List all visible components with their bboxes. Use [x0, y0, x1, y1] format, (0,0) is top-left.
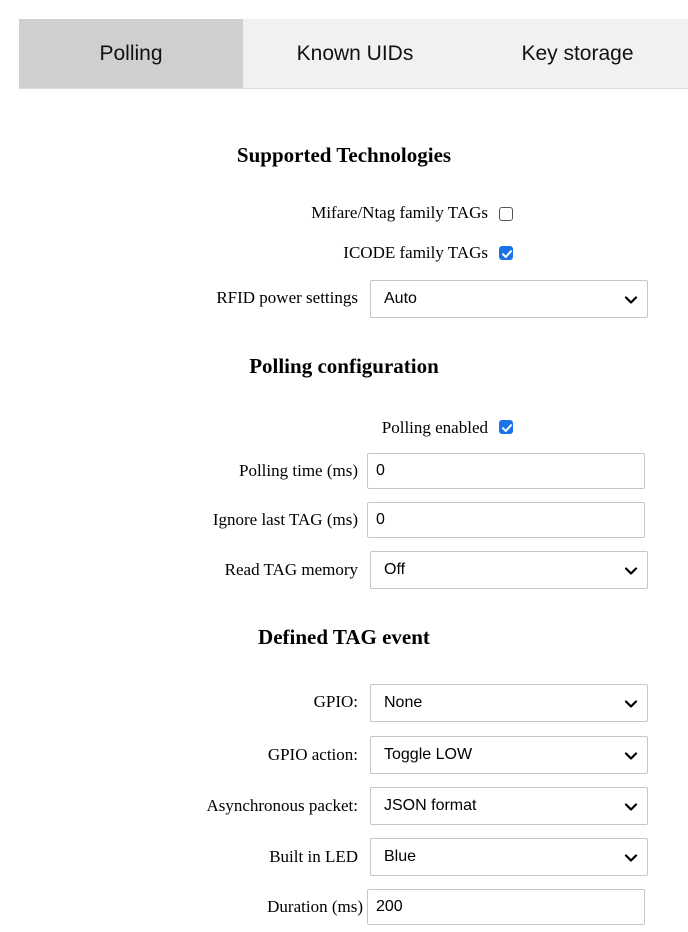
mifare-label: Mifare/Ntag family TAGs [311, 203, 488, 222]
mifare-checkbox[interactable] [499, 207, 513, 221]
async-packet-select[interactable]: JSON format [370, 787, 648, 825]
icode-label: ICODE family TAGs [343, 243, 488, 262]
tab-key-storage[interactable]: Key storage [467, 19, 688, 88]
section-title-polling-configuration: Polling configuration [249, 354, 439, 378]
chevron-down-icon [624, 567, 638, 575]
ignore-last-tag-value: 0 [376, 511, 385, 528]
duration-input[interactable]: 200 [367, 889, 645, 925]
duration-value: 200 [376, 898, 403, 915]
icode-checkbox[interactable] [499, 246, 513, 260]
read-tag-memory-select[interactable]: Off [370, 551, 648, 589]
built-in-led-label: Built in LED [269, 847, 358, 866]
section-title-supported-technologies: Supported Technologies [236, 143, 452, 167]
chevron-down-icon [624, 752, 638, 760]
read-tag-memory-label: Read TAG memory [224, 560, 358, 579]
chevron-down-icon [624, 803, 638, 811]
duration-label: Duration (ms) [267, 897, 363, 916]
ignore-last-tag-input[interactable]: 0 [367, 502, 645, 538]
gpio-action-label: GPIO action: [267, 745, 358, 764]
gpio-value: None [384, 694, 423, 711]
async-packet-value: JSON format [384, 797, 477, 814]
top-strip [0, 0, 688, 8]
tab-bar: Polling Known UIDs Key storage [19, 19, 688, 89]
polling-time-input[interactable]: 0 [367, 453, 645, 489]
polling-time-label: Polling time (ms) [239, 461, 358, 480]
polling-enabled-checkbox[interactable] [499, 420, 513, 434]
tab-known-uids[interactable]: Known UIDs [243, 19, 467, 88]
read-tag-memory-value: Off [384, 561, 406, 578]
polling-enabled-label: Polling enabled [381, 418, 488, 437]
rfid-settings-page: Polling Known UIDs Key storage Supported… [0, 0, 688, 932]
async-packet-label: Asynchronous packet: [206, 796, 358, 815]
check-icon [502, 424, 512, 432]
gpio-action-value: Toggle LOW [384, 746, 473, 763]
gpio-select[interactable]: None [370, 684, 648, 722]
chevron-down-icon [624, 854, 638, 862]
gpio-action-select[interactable]: Toggle LOW [370, 736, 648, 774]
polling-time-value: 0 [376, 462, 385, 479]
chevron-down-icon [624, 700, 638, 708]
rfid-power-label: RFID power settings [216, 288, 358, 307]
rfid-power-select[interactable]: Auto [370, 280, 648, 318]
rfid-power-value: Auto [384, 290, 417, 307]
built-in-led-select[interactable]: Blue [370, 838, 648, 876]
chevron-down-icon [624, 296, 638, 304]
check-icon [502, 250, 512, 258]
gpio-label: GPIO: [313, 692, 358, 711]
built-in-led-value: Blue [384, 848, 417, 865]
ignore-last-tag-label: Ignore last TAG (ms) [212, 510, 358, 529]
section-title-defined-tag-event: Defined TAG event [258, 625, 430, 649]
tab-polling[interactable]: Polling [19, 19, 243, 88]
